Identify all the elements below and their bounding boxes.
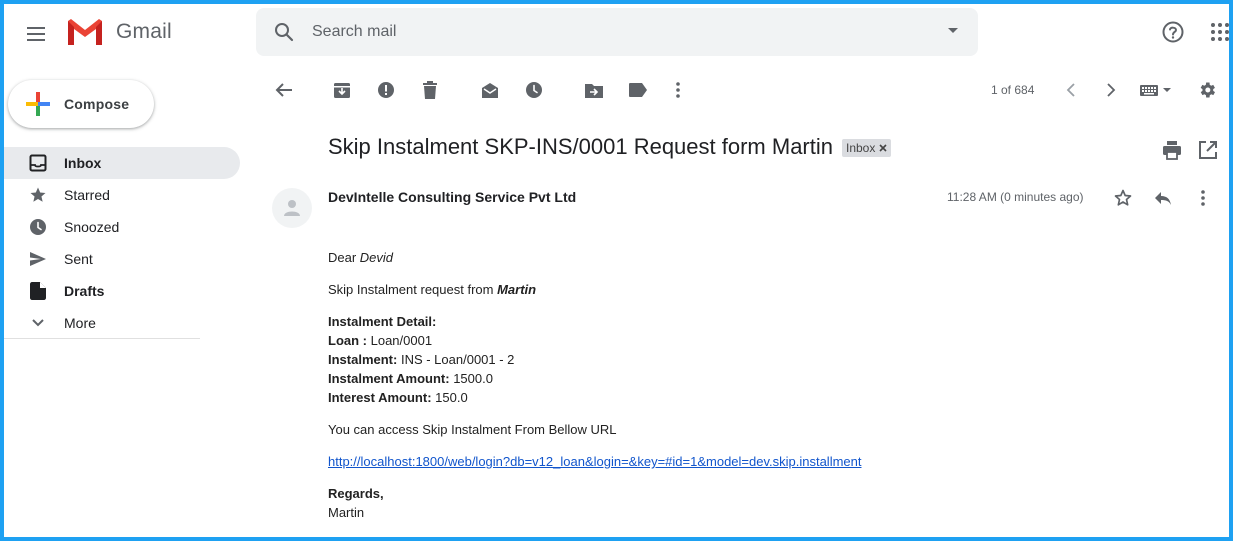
message-subject: Skip Instalment SKP-INS/0001 Request for… <box>328 134 833 159</box>
amount-value: 1500.0 <box>449 371 493 386</box>
chevron-left-icon[interactable] <box>1061 80 1081 100</box>
request-line: Skip Instalment request from Martin <box>328 280 1208 299</box>
send-icon <box>28 249 48 269</box>
sidebar-item-label: Drafts <box>64 283 105 299</box>
top-bar: Gmail <box>4 4 1229 66</box>
draft-icon <box>28 281 48 301</box>
detail-heading: Instalment Detail: <box>328 314 437 329</box>
sidebar-item-label: Starred <box>64 187 110 203</box>
sidebar-item-label: Snoozed <box>64 219 120 235</box>
request-name: Martin <box>497 282 537 297</box>
interest-line: Interest Amount: 150.0 <box>328 388 1208 407</box>
sidebar-item-starred[interactable]: Starred <box>4 179 240 211</box>
nav-list: Inbox Starred Snoozed Sent Drafts More <box>4 147 256 339</box>
more-vert-icon[interactable] <box>1193 188 1213 208</box>
snooze-icon[interactable] <box>524 80 544 100</box>
sidebar-item-snoozed[interactable]: Snoozed <box>4 211 240 243</box>
message-time: 11:28 AM (0 minutes ago) <box>947 190 1084 204</box>
amount-line: Instalment Amount: 1500.0 <box>328 369 1208 388</box>
sidebar-item-label: More <box>64 315 96 331</box>
subject-row: Skip Instalment SKP-INS/0001 Request for… <box>256 114 1229 178</box>
mark-unread-icon[interactable] <box>480 80 500 100</box>
loan-line: Loan : Loan/0001 <box>328 331 1208 350</box>
back-arrow-icon[interactable] <box>274 80 294 100</box>
gmail-logo[interactable]: Gmail <box>66 17 172 47</box>
sidebar-item-sent[interactable]: Sent <box>4 243 240 275</box>
main-menu-icon[interactable] <box>22 20 50 48</box>
sidebar-item-inbox[interactable]: Inbox <box>4 147 240 179</box>
gmail-m-icon <box>68 19 102 45</box>
chevron-right-icon[interactable] <box>1101 80 1121 100</box>
pager-count: 1 of 684 <box>991 83 1035 97</box>
print-icon[interactable] <box>1162 140 1182 160</box>
app-name: Gmail <box>116 20 172 43</box>
sidebar-divider <box>4 338 200 339</box>
search-icon[interactable] <box>272 20 296 44</box>
signature: Martin <box>328 505 365 520</box>
interest-value: 150.0 <box>431 390 468 405</box>
inbox-label-chip[interactable]: Inbox <box>842 139 892 157</box>
sender-name[interactable]: DevIntelle Consulting Service Pvt Ltd <box>328 189 576 205</box>
amount-label: Instalment Amount: <box>328 371 450 386</box>
move-to-icon[interactable] <box>584 80 604 100</box>
help-icon[interactable] <box>1161 20 1185 44</box>
greeting: Dear Devid <box>328 248 1208 267</box>
sidebar-item-drafts[interactable]: Drafts <box>4 275 240 307</box>
greeting-prefix: Dear <box>328 250 360 265</box>
compose-button[interactable]: Compose <box>8 80 154 128</box>
search-input[interactable] <box>312 23 912 41</box>
chevron-down-icon <box>28 313 48 333</box>
report-spam-icon[interactable] <box>376 80 396 100</box>
interest-label: Interest Amount: <box>328 390 432 405</box>
search-bar[interactable] <box>256 8 978 56</box>
label-icon[interactable] <box>628 80 648 100</box>
avatar <box>272 188 312 228</box>
instalment-value: INS - Loan/0001 - 2 <box>397 352 515 367</box>
keyboard-icon[interactable] <box>1139 80 1173 100</box>
label-chip-text: Inbox <box>846 141 876 155</box>
instalment-label: Instalment: <box>328 352 398 367</box>
inbox-icon <box>28 153 48 173</box>
message-toolbar: 1 of 684 <box>256 66 1229 114</box>
person-icon <box>284 200 300 216</box>
search-options-caret-icon[interactable] <box>948 28 958 33</box>
sidebar-item-label: Sent <box>64 251 93 267</box>
settings-icon[interactable] <box>1197 80 1217 100</box>
skip-instalment-link[interactable]: http://localhost:1800/web/login?db=v12_l… <box>328 454 861 469</box>
url-line: http://localhost:1800/web/login?db=v12_l… <box>328 452 1208 471</box>
close-icon[interactable] <box>879 144 887 152</box>
plus-icon <box>26 92 50 116</box>
sidebar-item-more[interactable]: More <box>4 307 240 339</box>
request-prefix: Skip Instalment request from <box>328 282 498 297</box>
sidebar-item-label: Inbox <box>64 155 102 171</box>
apps-grid-icon[interactable] <box>1210 22 1230 42</box>
loan-value: Loan/0001 <box>367 333 433 348</box>
delete-icon[interactable] <box>420 80 440 100</box>
star-icon <box>28 185 48 205</box>
compose-label: Compose <box>64 96 130 112</box>
archive-icon[interactable] <box>332 80 352 100</box>
loan-label: Loan : <box>328 333 367 348</box>
instalment-line: Instalment: INS - Loan/0001 - 2 <box>328 350 1208 369</box>
regards: Regards, <box>328 486 384 501</box>
more-vert-icon[interactable] <box>668 80 688 100</box>
message-body: Dear Devid Skip Instalment request from … <box>328 248 1208 522</box>
sidebar: Compose Inbox Starred Snoozed Sent Draft… <box>4 66 256 537</box>
access-text: You can access Skip Instalment From Bell… <box>328 422 617 437</box>
star-outline-icon[interactable] <box>1113 188 1133 208</box>
reply-icon[interactable] <box>1153 188 1173 208</box>
open-new-window-icon[interactable] <box>1198 140 1218 160</box>
app-frame: Gmail Search mail Compose Inbox Starred … <box>0 0 1233 541</box>
clock-icon <box>28 217 48 237</box>
greeting-name: Devid <box>359 250 394 265</box>
